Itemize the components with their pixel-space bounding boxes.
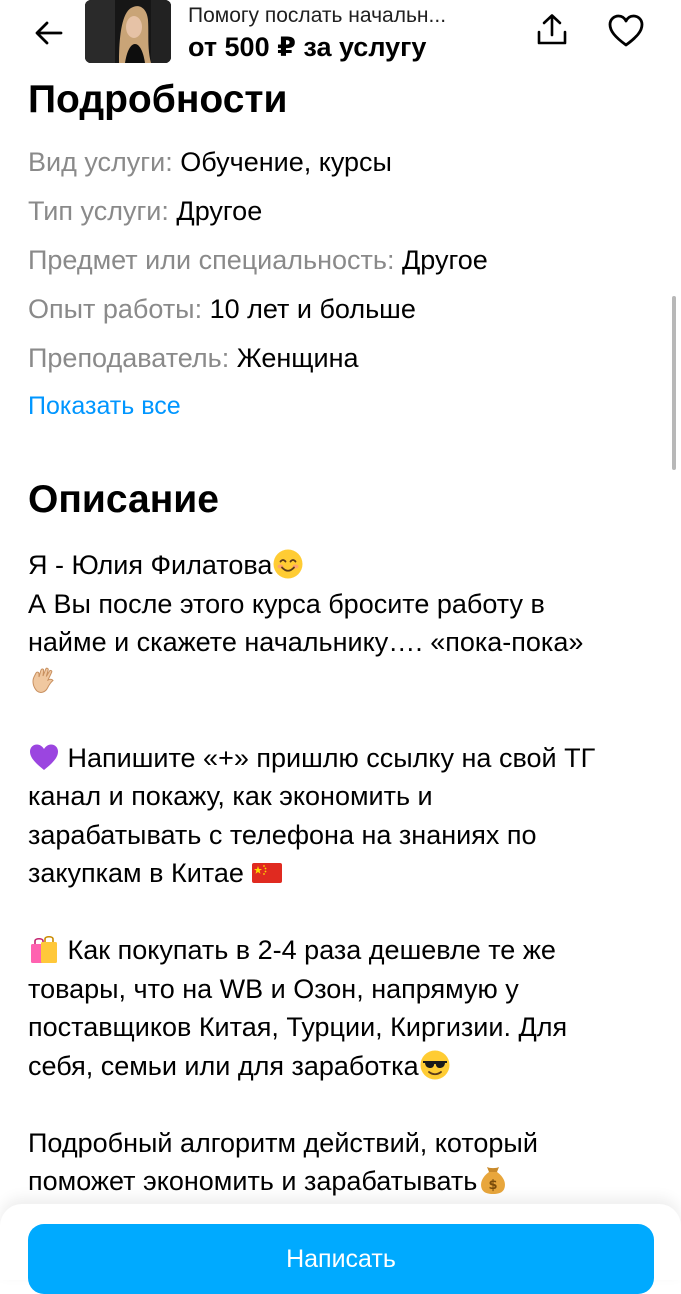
china-flag-icon bbox=[252, 863, 283, 883]
description-line-text: закупкам в Китае bbox=[28, 858, 244, 888]
detail-row: Предмет или специальность: Другое bbox=[28, 236, 648, 285]
description-line-text: поможет экономить и зарабатывать bbox=[28, 1166, 478, 1196]
smiling-face-icon bbox=[273, 549, 303, 579]
listing-price: от 500 ₽ за услугу bbox=[188, 32, 427, 62]
money-bag-icon: $ bbox=[481, 1167, 506, 1194]
bottom-action-bar: Написать bbox=[0, 1204, 681, 1294]
show-all-link[interactable]: Показать все bbox=[28, 386, 181, 426]
detail-key: Опыт работы: bbox=[28, 294, 203, 324]
description-line: канал и покажу, как экономить и bbox=[28, 781, 433, 811]
thumbnail-image bbox=[85, 0, 171, 63]
detail-value: Женщина bbox=[236, 343, 359, 373]
detail-row: Опыт работы: 10 лет и больше bbox=[28, 285, 648, 334]
scrollbar[interactable] bbox=[672, 296, 676, 470]
description-line: Я - Юлия Филатова bbox=[28, 546, 653, 585]
description-line: Как покупать в 2-4 раза дешевле те же bbox=[28, 931, 653, 970]
description-line bbox=[28, 662, 653, 701]
detail-key: Тип услуги: bbox=[28, 196, 169, 226]
description-line: Подробный алгоритм действий, который bbox=[28, 1127, 538, 1158]
description-line: закупкам в Китае bbox=[28, 854, 653, 893]
listing-thumbnail[interactable] bbox=[85, 0, 171, 63]
description-text: Я - Юлия Филатова А Вы после этого курса… bbox=[28, 546, 653, 1201]
arrow-left-icon bbox=[35, 21, 63, 45]
description-line-text: себя, семьи или для заработка bbox=[28, 1050, 419, 1081]
description-line-text: Я - Юлия Филатова bbox=[28, 550, 273, 580]
detail-row: Вид услуги: Обучение, курсы bbox=[28, 138, 648, 187]
sunglasses-face-icon bbox=[420, 1050, 450, 1079]
detail-value: 10 лет и больше bbox=[209, 294, 416, 324]
top-bar: Помогу послать начальн... от 500 ₽ за ус… bbox=[0, 0, 681, 66]
description-line: поможет экономить и зарабатывать $ bbox=[28, 1162, 653, 1201]
detail-row: Преподаватель: Женщина bbox=[28, 334, 648, 383]
detail-value: Другое bbox=[401, 245, 488, 275]
description-line: товары, что на WB и Озон, напрямую у bbox=[28, 973, 519, 1004]
shopping-bags-icon bbox=[31, 935, 57, 963]
header-text: Помогу послать начальн... от 500 ₽ за ус… bbox=[188, 2, 508, 64]
detail-key: Вид услуги: bbox=[28, 147, 173, 177]
detail-value: Обучение, курсы bbox=[180, 147, 392, 177]
details-heading: Подробности bbox=[28, 78, 288, 121]
favorite-button[interactable] bbox=[605, 10, 647, 52]
description-line-text: Как покупать в 2-4 раза дешевле те же bbox=[67, 935, 556, 965]
svg-text:$: $ bbox=[489, 1178, 498, 1193]
share-icon bbox=[537, 14, 567, 45]
detail-key: Предмет или специальность: bbox=[28, 245, 395, 275]
description-heading: Описание bbox=[28, 478, 219, 521]
description-line: Напишите «+» пришлю ссылку на свой ТГ bbox=[28, 739, 653, 778]
description-line: А Вы после этого курса бросите работу в bbox=[28, 588, 545, 619]
detail-key: Преподаватель: bbox=[28, 343, 230, 373]
share-button[interactable] bbox=[532, 10, 572, 50]
description-line: себя, семьи или для заработка bbox=[28, 1047, 653, 1086]
detail-row: Тип услуги: Другое bbox=[28, 187, 648, 236]
purple-heart-icon bbox=[30, 744, 58, 770]
back-button[interactable] bbox=[30, 14, 68, 52]
detail-value: Другое bbox=[176, 196, 263, 226]
description-line: найме и скажете начальнику…. «пока-пока» bbox=[28, 627, 584, 657]
waving-hand-icon bbox=[32, 667, 54, 693]
description-line: поставщиков Китая, Турции, Киргизии. Для bbox=[28, 1012, 568, 1042]
description-line: зарабатывать с телефона на знаниях по bbox=[28, 819, 537, 850]
description-line-text: Напишите «+» пришлю ссылку на свой ТГ bbox=[67, 742, 596, 773]
heart-icon bbox=[608, 14, 644, 47]
details-list: Вид услуги: Обучение, курсы Тип услуги: … bbox=[28, 138, 648, 383]
write-message-button[interactable]: Написать bbox=[28, 1224, 654, 1294]
listing-title: Помогу послать начальн... bbox=[188, 4, 447, 27]
